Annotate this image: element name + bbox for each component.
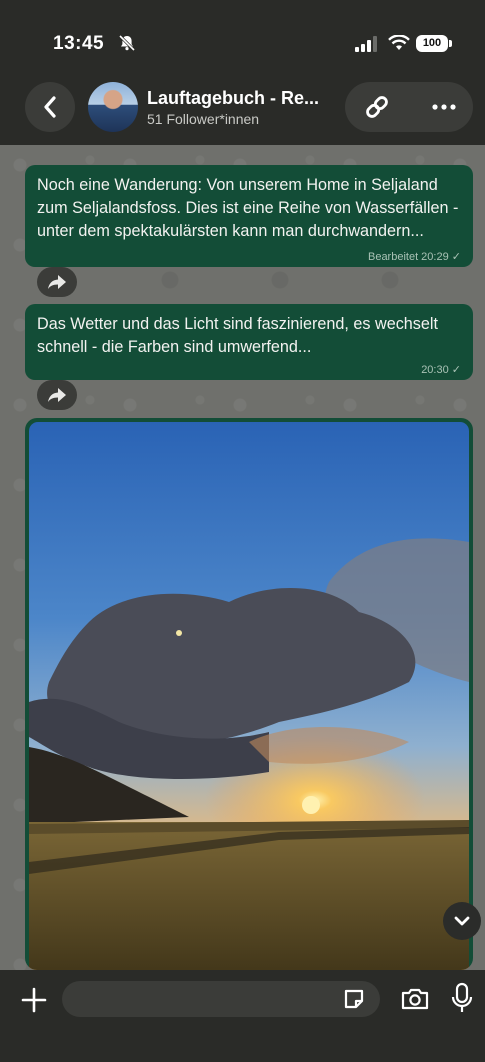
forward-button[interactable]: [37, 380, 77, 410]
mic-button[interactable]: [449, 980, 475, 1016]
bell-slash-icon: [118, 34, 136, 52]
forward-icon: [48, 275, 66, 289]
message-input[interactable]: [62, 981, 380, 1017]
wifi-icon: [388, 35, 410, 50]
photo-message[interactable]: [25, 418, 473, 970]
message-text: Noch eine Wanderung: Von unserem Home in…: [37, 176, 459, 240]
message-meta: 20:30 ✓: [421, 364, 461, 376]
forward-button[interactable]: [37, 267, 77, 297]
link-icon: [366, 96, 388, 118]
message-bubble[interactable]: Noch eine Wanderung: Von unserem Home in…: [25, 165, 473, 267]
chevron-down-icon: [454, 916, 470, 926]
more-icon: [432, 104, 456, 110]
message-text: Das Wetter und das Licht sind fasziniere…: [37, 315, 438, 356]
battery-tip: [449, 40, 452, 47]
battery-icon: 100: [416, 35, 448, 52]
more-button[interactable]: [423, 88, 465, 126]
attach-button[interactable]: [17, 983, 51, 1017]
signal-icon: [355, 36, 377, 52]
channel-avatar[interactable]: [88, 82, 138, 132]
channel-title[interactable]: Lauftagebuch - Re...: [147, 88, 337, 109]
back-icon: [44, 96, 56, 118]
plus-icon: [21, 987, 47, 1013]
camera-icon: [401, 988, 429, 1010]
back-button[interactable]: [25, 82, 75, 132]
scroll-down-button[interactable]: [443, 902, 481, 940]
message-bubble[interactable]: Das Wetter und das Licht sind fasziniere…: [25, 304, 473, 380]
follower-count: 51 Follower*innen: [147, 111, 260, 127]
link-button[interactable]: [358, 88, 396, 126]
status-time: 13:45: [53, 33, 105, 54]
camera-button[interactable]: [398, 983, 432, 1015]
forward-icon: [48, 388, 66, 402]
message-meta: Bearbeitet 20:29 ✓: [367, 251, 461, 263]
landscape-photo[interactable]: [29, 422, 469, 970]
sticker-icon: [344, 989, 364, 1009]
mic-icon: [451, 982, 473, 1012]
sticker-button[interactable]: [340, 985, 368, 1013]
